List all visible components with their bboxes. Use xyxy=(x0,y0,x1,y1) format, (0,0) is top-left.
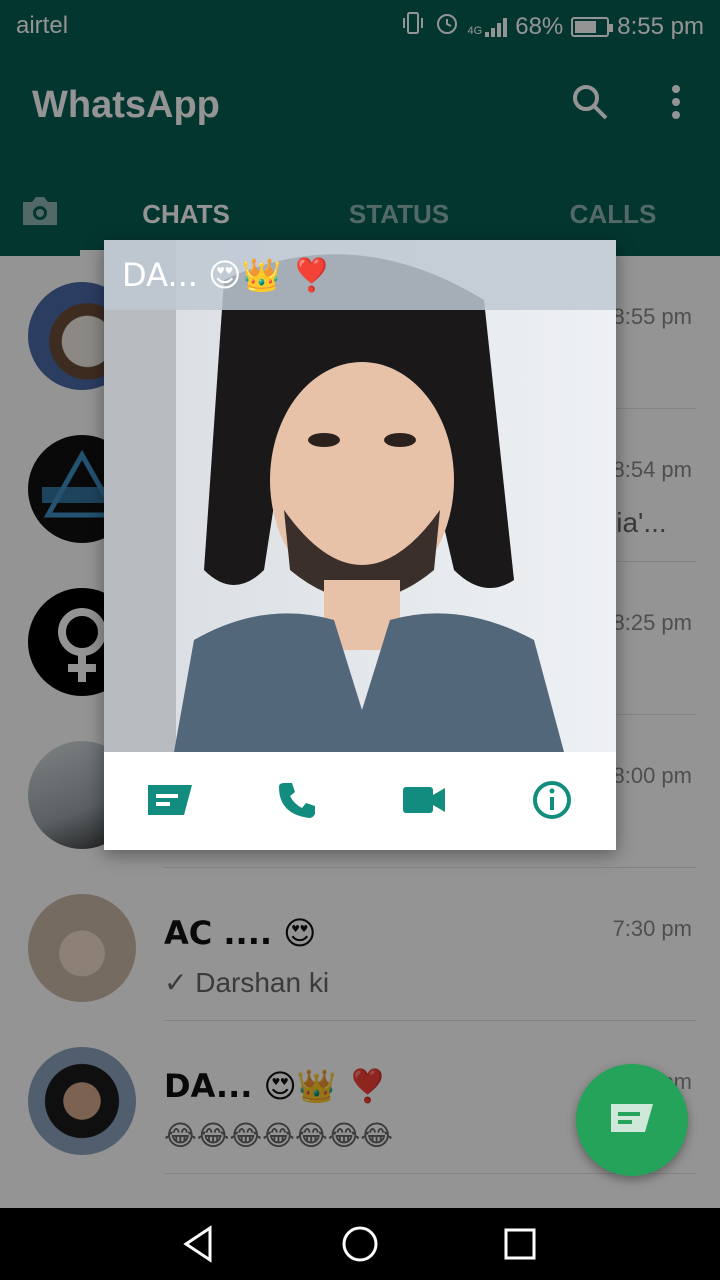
phone-icon xyxy=(276,780,316,825)
system-nav-bar xyxy=(0,1208,720,1280)
profile-popup: DA... 😍👑 ❣️ xyxy=(104,240,616,850)
call-button[interactable] xyxy=(272,778,320,826)
video-call-icon xyxy=(402,785,446,820)
back-icon xyxy=(180,1225,220,1268)
message-button[interactable] xyxy=(146,778,194,826)
recents-icon xyxy=(500,1228,540,1268)
new-chat-icon xyxy=(609,1102,655,1139)
home-button[interactable] xyxy=(340,1224,380,1264)
back-button[interactable] xyxy=(180,1224,220,1264)
profile-photo[interactable] xyxy=(104,240,616,752)
recents-button[interactable] xyxy=(500,1224,540,1264)
home-icon xyxy=(340,1226,380,1268)
new-chat-button[interactable] xyxy=(576,1064,688,1176)
popup-name-bar: DA... 😍👑 ❣️ xyxy=(104,240,616,310)
info-button[interactable] xyxy=(528,778,576,826)
message-icon xyxy=(146,783,194,822)
popup-actions xyxy=(104,752,616,850)
popup-contact-name: DA... 😍👑 ❣️ xyxy=(122,256,332,294)
info-icon xyxy=(532,780,572,825)
video-call-button[interactable] xyxy=(400,778,448,826)
